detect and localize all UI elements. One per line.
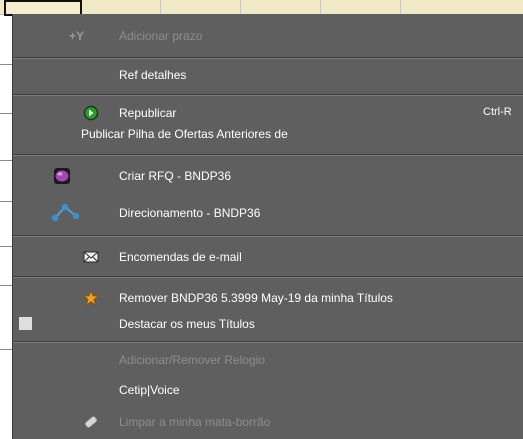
menu-item-direcionamento[interactable]: Direcionamento - BNDP36 bbox=[13, 199, 523, 227]
grid-column-divider bbox=[400, 0, 401, 14]
menu-item-label: Encomendas de e-mail bbox=[119, 250, 242, 264]
menu-item-label: Direcionamento - BNDP36 bbox=[119, 206, 261, 220]
menu-separator bbox=[13, 154, 523, 156]
menu-separator bbox=[13, 94, 523, 96]
menu-item-label: Adicionar/Remover Relogio bbox=[119, 353, 266, 367]
green-circle-arrow-icon bbox=[83, 105, 99, 121]
grid-row-line bbox=[0, 246, 12, 247]
grid-column-divider bbox=[320, 0, 321, 14]
grid-header-strip bbox=[0, 0, 523, 16]
menu-separator bbox=[13, 235, 523, 237]
grid-row-line bbox=[0, 285, 12, 286]
shortcut-text: Ctrl-R bbox=[483, 106, 512, 118]
menu-item-publicar-pilha[interactable]: Publicar Pilha de Ofertas Anteriores de bbox=[13, 120, 523, 148]
grid-column-divider bbox=[240, 0, 241, 14]
menu-item-criar-rfq[interactable]: Criar RFQ - BNDP36 bbox=[13, 162, 523, 190]
menu-item-label: Republicar bbox=[119, 106, 177, 120]
menu-item-adicionar-prazo[interactable]: +Y Adicionar prazo bbox=[13, 22, 523, 50]
menu-separator bbox=[13, 341, 523, 343]
grid-row-line bbox=[0, 113, 12, 114]
menu-item-remover-titulos[interactable]: Remover BNDP36 5.3999 May-19 da minha Tí… bbox=[13, 284, 523, 312]
menu-item-cetip-voice[interactable]: Cetip|Voice bbox=[13, 376, 523, 404]
menu-item-limpar-mata-borrao[interactable]: Limpar a minha mata-borrão bbox=[13, 408, 523, 436]
menu-item-destacar-titulos[interactable]: Destacar os meus Títulos bbox=[13, 310, 523, 338]
menu-item-encomendas-email[interactable]: Encomendas de e-mail bbox=[13, 243, 523, 271]
menu-item-label: Criar RFQ - BNDP36 bbox=[119, 169, 232, 183]
plus-y-text-icon: +Y bbox=[69, 29, 85, 43]
menu-separator bbox=[13, 57, 523, 59]
menu-item-label: Destacar os meus Títulos bbox=[119, 317, 255, 331]
routing-nodes-icon bbox=[51, 202, 81, 222]
eraser-icon bbox=[83, 414, 99, 430]
envelope-icon bbox=[83, 249, 99, 265]
menu-item-relogio[interactable]: Adicionar/Remover Relogio bbox=[13, 346, 523, 374]
purple-rfq-icon bbox=[53, 167, 70, 184]
grid-row-line bbox=[0, 349, 12, 350]
context-menu: +Y Adicionar prazo Ref detalhes Republic… bbox=[12, 14, 523, 439]
menu-item-label: Cetip|Voice bbox=[119, 383, 180, 397]
white-square-icon bbox=[19, 317, 32, 330]
menu-item-label: Publicar Pilha de Ofertas Anteriores de bbox=[81, 127, 288, 141]
menu-item-label: Remover BNDP36 5.3999 May-19 da minha Tí… bbox=[119, 291, 393, 305]
menu-item-label: Limpar a minha mata-borrão bbox=[119, 415, 271, 429]
menu-item-ref-detalhes[interactable]: Ref detalhes bbox=[13, 61, 523, 89]
menu-item-label: Adicionar prazo bbox=[119, 29, 203, 43]
grid-row-line bbox=[0, 160, 12, 161]
grid-row-line bbox=[0, 201, 12, 202]
grid-row-line bbox=[0, 64, 12, 65]
orange-star-icon bbox=[82, 289, 100, 306]
menu-item-label: Ref detalhes bbox=[119, 68, 187, 82]
menu-separator bbox=[13, 276, 523, 278]
grid-column-divider bbox=[160, 0, 161, 14]
